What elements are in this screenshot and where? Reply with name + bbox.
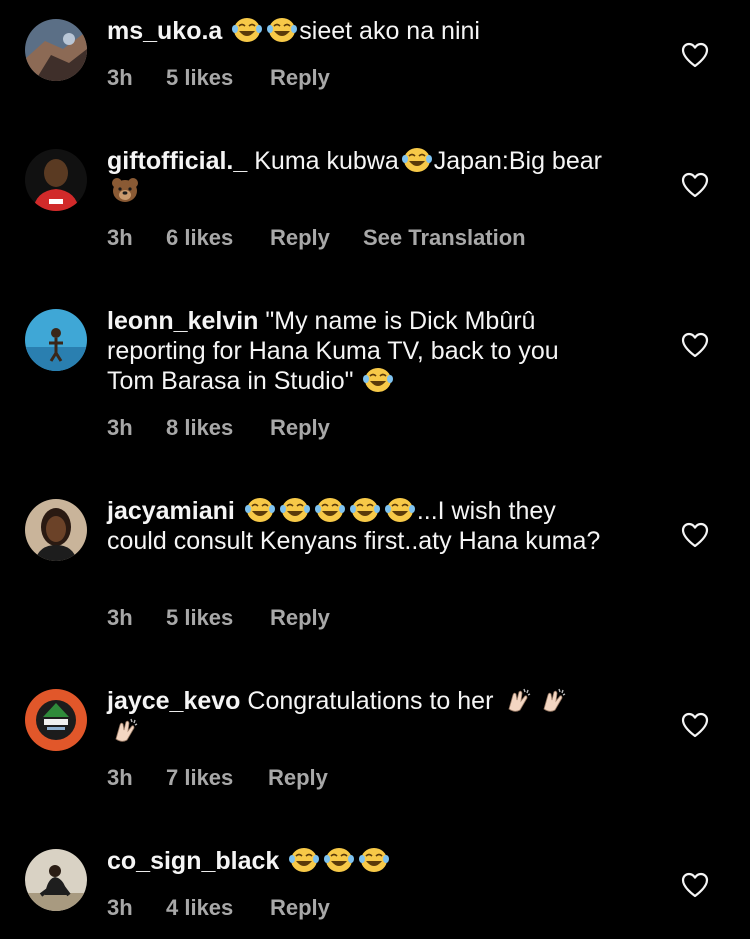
laughing-tears-emoji <box>289 847 320 873</box>
comment-item: co_sign_black 3h 4 likes Reply <box>0 0 750 939</box>
comment-time: 3h <box>107 895 133 920</box>
laughing-tears-emoji <box>359 847 390 873</box>
heart-outline-icon[interactable] <box>681 872 709 898</box>
laughing-tears-emoji <box>324 847 355 873</box>
comment-username[interactable]: co_sign_black <box>107 847 279 875</box>
comment-likes[interactable]: 4 likes <box>166 895 233 921</box>
comment-body: co_sign_black <box>107 846 612 876</box>
reply-button[interactable]: Reply <box>270 895 330 921</box>
avatar[interactable] <box>25 849 87 911</box>
